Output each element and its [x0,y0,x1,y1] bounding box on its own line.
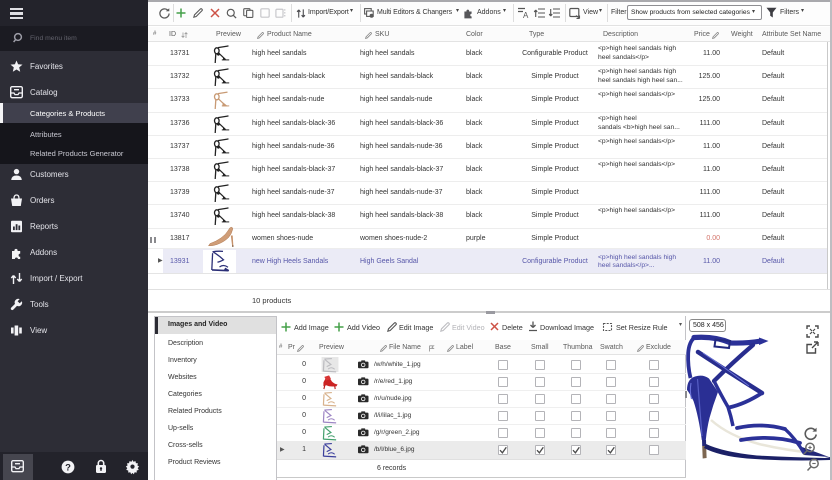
svg-text:A: A [523,11,529,20]
svg-text:?: ? [65,462,71,473]
